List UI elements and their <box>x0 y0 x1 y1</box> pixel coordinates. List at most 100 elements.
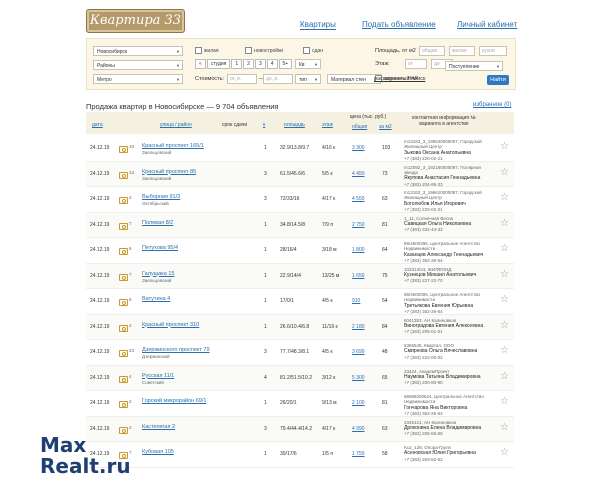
camera-icon[interactable] <box>119 375 128 383</box>
row-street-link[interactable]: Петухова 95/4 <box>142 245 178 251</box>
camera-icon[interactable] <box>119 197 128 204</box>
row-street-link[interactable]: Выборная 91/3 <box>142 194 180 200</box>
camera-icon[interactable] <box>119 273 128 281</box>
area-living-input[interactable]: жилая <box>449 46 475 56</box>
wall-material-select[interactable]: Материал стен <box>327 74 381 85</box>
camera-icon[interactable] <box>119 324 128 332</box>
favorite-star-icon[interactable]: ☆ <box>500 294 509 305</box>
favorite-star-icon[interactable]: ☆ <box>500 422 509 433</box>
row-street-link[interactable]: Горский микрорайон 69/1 <box>142 398 206 404</box>
rooms-3-button[interactable]: 3 <box>254 59 266 69</box>
table-row[interactable]: 24.12.19 4 Русская 11/1 Советский 4 81.2/51.5… <box>86 365 514 391</box>
row-street-link[interactable]: Галущака 15 <box>142 271 175 277</box>
sort-price-m2[interactable]: за м2 <box>379 124 392 130</box>
favorite-star-icon[interactable]: ☆ <box>500 167 509 178</box>
camera-icon[interactable] <box>119 171 128 179</box>
row-price[interactable]: 4 450 <box>352 162 365 186</box>
camera-icon[interactable] <box>119 146 128 153</box>
area-total-input[interactable]: общая <box>419 46 445 56</box>
row-price[interactable]: 2 750 <box>352 213 365 237</box>
row-street-link[interactable]: Кастелягая 2 <box>142 424 175 430</box>
nav-account[interactable]: Личный кабинет <box>457 20 517 29</box>
city-select[interactable]: Новосибирск <box>93 46 183 57</box>
favorites-link[interactable]: избранное (0) <box>473 102 511 108</box>
floor-from-input[interactable]: от <box>405 59 427 69</box>
table-row[interactable]: 24.12.19 6 Петухова 95/4 1 28/16/4 3/18 м 1 80… <box>86 238 514 264</box>
type-finished-checkbox[interactable]: сдан <box>303 47 323 55</box>
advanced-search-link[interactable]: расширенный поиск <box>374 75 425 83</box>
favorite-star-icon[interactable]: ☆ <box>500 345 509 356</box>
row-street-link[interactable]: Красный проспект 310 <box>142 322 199 328</box>
favorite-star-icon[interactable]: ☆ <box>500 371 509 382</box>
type-newbuild-checkbox[interactable]: новостройки <box>245 47 283 55</box>
sort-floor[interactable]: этаж <box>322 122 333 128</box>
row-price[interactable]: 3 699 <box>352 340 365 364</box>
price-from-input[interactable]: от, р. <box>227 74 257 84</box>
table-row[interactable]: 24.12.19 6 Ватутина 4 1 17/0/1 4/5 к 910 54 66/4… <box>86 289 514 315</box>
table-row[interactable]: 24.12.19 2 Кастелягая 2 3 79.4/44.4/14.2 4/17… <box>86 416 514 442</box>
price-to-input[interactable]: до, р. <box>263 74 293 84</box>
favorite-star-icon[interactable]: ☆ <box>500 396 509 407</box>
row-street-link[interactable]: Ватутина 4 <box>142 296 170 302</box>
row-price[interactable]: 5 300 <box>352 366 365 390</box>
camera-icon[interactable] <box>119 222 128 230</box>
table-row[interactable]: 24.12.19 2 Горский микрорайон 69/1 1 26/20/1… <box>86 391 514 417</box>
district-select[interactable]: Районы <box>93 60 183 71</box>
row-price[interactable]: 4 990 <box>352 417 365 441</box>
rooms-4-button[interactable]: 4 <box>266 59 278 69</box>
favorite-star-icon[interactable]: ☆ <box>500 141 509 152</box>
rooms-studio-button[interactable]: студия <box>206 59 231 69</box>
row-street-link[interactable]: Кубовая 105 <box>142 449 174 455</box>
camera-icon[interactable] <box>119 401 128 408</box>
area-kitchen-input[interactable]: кухня <box>479 46 507 56</box>
rooms-2-button[interactable]: 2 <box>243 59 254 69</box>
currency-select[interactable]: Кв <box>295 59 321 70</box>
table-row[interactable]: 24.12.19 13 Красный проспект 85 Заельцовски… <box>86 161 514 187</box>
sort-price-total[interactable]: общая <box>352 124 367 130</box>
favorite-star-icon[interactable]: ☆ <box>500 243 509 254</box>
nav-post-ad[interactable]: Подать объявление <box>362 20 436 29</box>
favorite-star-icon[interactable]: ☆ <box>500 192 509 203</box>
rooms-1-button[interactable]: 1 <box>231 59 243 69</box>
favorite-star-icon[interactable]: ☆ <box>500 447 509 458</box>
table-row[interactable]: 24.12.19 7 Кубовая 105 1 30/17/6 1/5 п1 750 58… <box>86 442 514 468</box>
sort-street[interactable]: улица / район <box>160 122 192 128</box>
table-row[interactable]: 24.12.19 2 Красный проспект 310 1 26.6/10.4/… <box>86 314 514 340</box>
favorite-star-icon[interactable]: ☆ <box>500 320 509 331</box>
table-row[interactable]: 24.12.19 23 Дзержинского проспект 79 Дзержи… <box>86 340 514 366</box>
find-button[interactable]: Найти <box>487 75 509 85</box>
rooms-5plus-button[interactable]: 5+ <box>278 59 293 69</box>
sort-rooms[interactable]: к <box>263 122 265 128</box>
sort-date[interactable]: дата <box>92 122 103 128</box>
type-select[interactable]: тип <box>295 74 321 85</box>
table-row[interactable]: 24.12.19 2 Выборная 91/3 Октябрьский 3 72/33/… <box>86 187 514 213</box>
row-street-link[interactable]: Русская 11/1 <box>142 373 174 379</box>
row-street-link[interactable]: Дзержинского проспект 79 <box>142 347 210 353</box>
site-logo[interactable]: Квартира 33 <box>86 9 185 33</box>
row-street-link[interactable]: Полевая 8/2 <box>142 220 173 226</box>
row-price[interactable]: 1 750 <box>352 442 365 466</box>
row-street-link[interactable]: Красный проспект 165/1 <box>142 143 204 149</box>
sort-area[interactable]: площадь <box>284 122 305 128</box>
row-street-link[interactable]: Красный проспект 85 <box>142 169 196 175</box>
row-price[interactable]: 1 650 <box>352 264 365 288</box>
table-row[interactable]: 24.12.19 7 Галущака 15 Заельцовский 1 22.9/14… <box>86 263 514 289</box>
camera-icon[interactable] <box>119 350 128 357</box>
metro-select[interactable]: Метро <box>93 74 183 85</box>
row-price[interactable]: 4 550 <box>352 187 365 211</box>
row-price[interactable]: 2 180 <box>352 315 365 339</box>
nav-apartments[interactable]: Квартиры <box>300 20 336 30</box>
row-price[interactable]: 910 <box>352 289 360 313</box>
favorite-star-icon[interactable]: ☆ <box>500 269 509 280</box>
rooms-prev-button[interactable]: « <box>195 59 206 69</box>
camera-icon[interactable] <box>119 299 128 306</box>
favorite-star-icon[interactable]: ☆ <box>500 218 509 229</box>
table-row[interactable]: 24.12.19 10 Красный проспект 165/1 Заельцов… <box>86 136 514 162</box>
row-price[interactable]: 1 800 <box>352 238 365 262</box>
row-price[interactable]: 3 300 <box>352 136 365 160</box>
sort-select[interactable]: Поступление <box>445 61 503 72</box>
type-residential-checkbox[interactable]: жилая <box>195 47 219 55</box>
row-price[interactable]: 2 100 <box>352 391 365 415</box>
table-row[interactable]: 24.12.19 7 Полевая 8/2 1 34.8/14.5/8 7/9 п 2 7… <box>86 212 514 238</box>
camera-icon[interactable] <box>119 426 128 434</box>
